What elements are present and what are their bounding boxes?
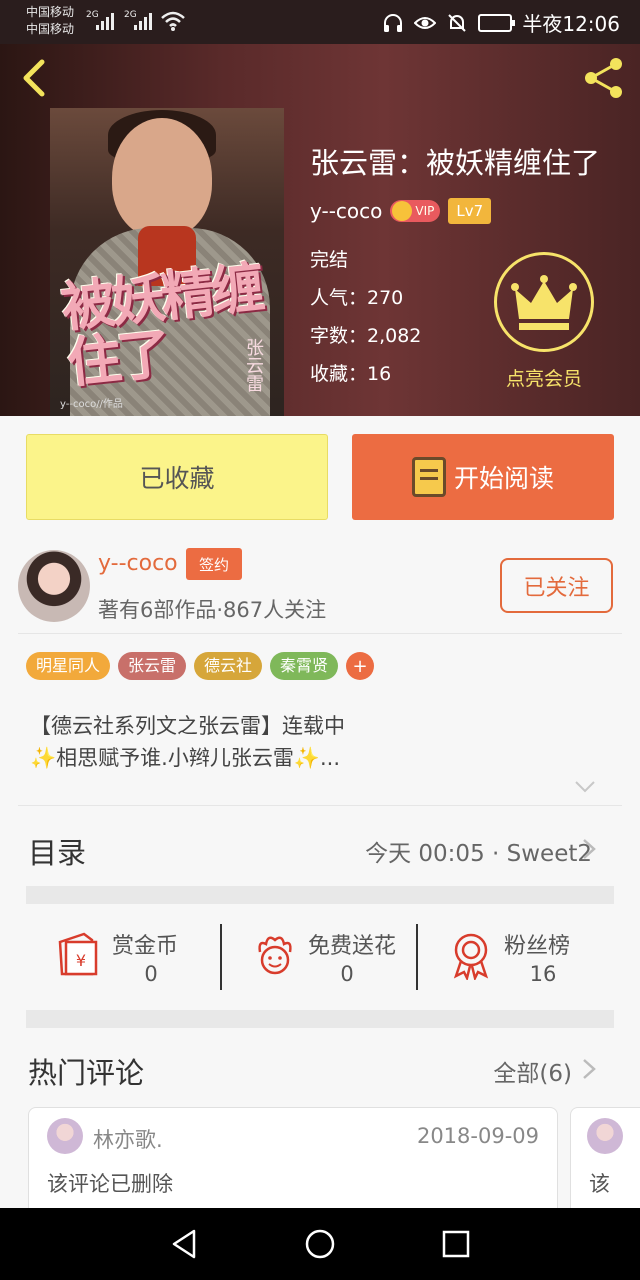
stat-value: 0 [340, 962, 354, 986]
stat-label: 免费送花 [308, 934, 397, 959]
commenter-avatar[interactable] [47, 1118, 83, 1154]
book-header: 被妖精缠住了 张云雷 y--coco//作品 张云雷：被妖精缠住了 y--coc… [0, 44, 640, 416]
member-label[interactable]: 点亮会员 [490, 364, 598, 391]
headphones-icon [384, 13, 403, 32]
divider [18, 805, 622, 806]
stat-value: 0 [144, 962, 158, 986]
vip-coin-icon [392, 201, 413, 221]
crown-icon [511, 275, 577, 330]
start-reading-button[interactable]: 开始阅读 [352, 434, 614, 520]
flower-icon [258, 936, 292, 975]
book-popularity: 人气：270 [310, 287, 404, 309]
add-tag-button[interactable]: + [346, 652, 375, 680]
author-line: y--coco VIP Lv7 [310, 198, 492, 224]
catalog-latest-chapter[interactable]: 今天 00:05 · Sweet2 [365, 834, 592, 868]
section-separator [26, 1010, 614, 1028]
book-favorites: 收藏：16 [310, 363, 392, 385]
signal-icon-2 [134, 12, 156, 30]
stat-label: 赏金币 [112, 934, 179, 959]
level-badge: Lv7 [448, 198, 492, 224]
tag-list: 明星同人 张云雷 德云社 秦霄贤 + [26, 652, 375, 680]
tag-item[interactable]: 德云社 [194, 652, 263, 680]
follow-button[interactable]: 已关注 [500, 558, 613, 613]
author-stats: 著有6部作品·867人关注 [98, 598, 327, 622]
expand-chevron-icon[interactable] [574, 780, 596, 794]
eye-icon [414, 16, 437, 29]
description-line-2: ✨相思赋予谁.小辫儿张云雷✨... [30, 746, 341, 770]
mute-bell-icon [448, 13, 467, 32]
member-button[interactable] [494, 252, 594, 352]
status-time: 半夜12:06 [522, 12, 620, 36]
tag-item[interactable]: 秦霄贤 [270, 652, 339, 680]
collect-button[interactable]: 已收藏 [26, 434, 328, 520]
nav-home-icon[interactable] [304, 1228, 336, 1260]
author-avatar[interactable] [18, 550, 90, 622]
book-icon [411, 457, 446, 497]
section-separator [26, 886, 614, 904]
medal-icon [453, 933, 489, 980]
system-nav-bar [0, 1208, 640, 1280]
comment-text: 该评论已删除 [47, 1172, 173, 1196]
cover-credit: y--coco//作品 [60, 399, 123, 410]
sparkle-icon: ✨ [293, 746, 320, 770]
vip-badge: VIP [390, 200, 441, 222]
description-line-1: 【德云社系列文之张云雷】连载中 [30, 714, 345, 738]
book-description[interactable]: 【德云社系列文之张云雷】连载中 ✨相思赋予谁.小辫儿张云雷✨... [30, 710, 345, 774]
share-button[interactable] [582, 56, 626, 100]
fan-ranking-button[interactable]: 粉丝榜 16 [418, 918, 614, 998]
divider [18, 633, 622, 634]
header-author-name[interactable]: y--coco [310, 199, 382, 223]
back-button[interactable] [16, 56, 52, 100]
book-cover[interactable]: 被妖精缠住了 张云雷 y--coco//作品 [50, 108, 284, 416]
catalog-title[interactable]: 目录 [28, 830, 86, 872]
nav-recents-icon[interactable] [442, 1230, 470, 1258]
comment-date: 2018-09-09 [416, 1124, 539, 1148]
carrier-labels: 中国移动 中国移动 [26, 4, 74, 38]
stat-divider [416, 924, 418, 990]
nav-back-icon[interactable] [170, 1228, 198, 1260]
carrier-2: 中国移动 [26, 22, 75, 36]
chevron-right-icon[interactable] [582, 838, 596, 860]
stat-divider [220, 924, 222, 990]
red-envelope-icon: ¥ [58, 932, 98, 976]
status-bar: 中国移动 中国移动 2G 2G 半夜12:06 [0, 0, 640, 44]
comment-card[interactable]: 该 [570, 1107, 640, 1217]
send-flower-button[interactable]: 免费送花 0 [222, 918, 418, 998]
svg-text:¥: ¥ [76, 951, 86, 970]
signal-icon [96, 12, 118, 30]
carrier-1: 中国移动 [26, 5, 75, 19]
book-title: 张云雷：被妖精缠住了 [310, 146, 601, 180]
sparkle-icon: ✨ [30, 746, 57, 770]
reward-coins-button[interactable]: ¥ 赏金币 0 [26, 918, 222, 998]
book-word-count: 字数：2,082 [310, 325, 422, 347]
hot-comments-title: 热门评论 [28, 1056, 145, 1090]
chevron-right-icon[interactable] [582, 1058, 596, 1080]
commenter-avatar[interactable] [587, 1118, 623, 1154]
author-name[interactable]: y--coco [98, 551, 178, 576]
comment-text: 该 [589, 1172, 610, 1196]
stat-label: 粉丝榜 [504, 934, 571, 959]
all-comments-link[interactable]: 全部(6) [493, 1054, 572, 1088]
cover-subtitle-art: 张云雷 [243, 338, 264, 392]
tag-item[interactable]: 明星同人 [26, 652, 111, 680]
battery-icon [478, 13, 516, 32]
tag-item[interactable]: 张云雷 [118, 652, 187, 680]
commenter-name[interactable]: 林亦歌. [93, 1124, 163, 1154]
signed-badge: 签约 [186, 548, 242, 580]
wifi-icon [161, 11, 185, 31]
book-status: 完结 [310, 249, 349, 271]
comment-card[interactable]: 林亦歌. 2018-09-09 该评论已删除 [28, 1107, 558, 1217]
stat-value: 16 [529, 962, 557, 986]
stats-row: ¥ 赏金币 0 免费送花 0 粉丝榜 16 [26, 918, 614, 998]
